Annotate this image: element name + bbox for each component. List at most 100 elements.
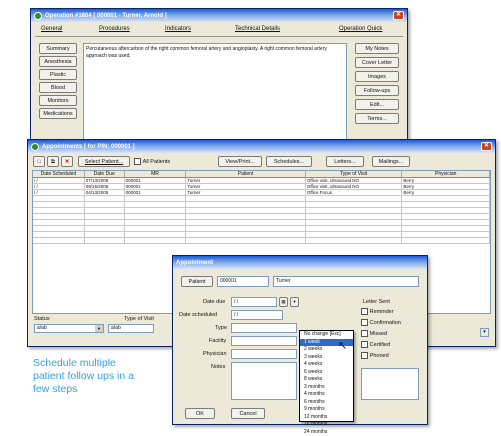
cell-mr: 000001 [125,190,187,195]
appointment-dialog-title: Appointment [176,260,213,266]
select-patient-button[interactable]: Select Patient... [78,156,130,167]
anesthesia-button[interactable]: Anesthesia [39,56,77,67]
confirmation-checkbox[interactable]: Confirmation [361,319,401,326]
dropdown-option[interactable]: 6 weeks [300,369,353,377]
cell-date-due: 07/13/2006 [85,178,125,183]
status-select[interactable]: a/ab ▼ [34,324,104,333]
phoned-checkbox[interactable]: Phoned [361,352,389,359]
date-due-field[interactable]: / / [231,297,277,307]
missed-label: Missed [370,331,387,337]
physician-label: Physician [203,351,227,357]
col-physician[interactable]: Physician [402,171,490,177]
mailings-button[interactable]: Mailings... [372,156,410,167]
cover-letter-button[interactable]: Cover Letter [355,57,399,68]
tab-indicators[interactable]: Indicators [165,26,191,37]
status-label: Status [34,316,50,322]
col-date-scheduled[interactable]: Date Scheduled [33,171,85,177]
close-icon[interactable]: ✕ [481,142,492,151]
reminder-label: Reminder [370,309,394,315]
operation-quick-button[interactable]: Operation Quick [339,26,382,37]
reminder-checkbox[interactable]: Reminder [361,308,394,315]
summary-button[interactable]: Summary [39,43,77,54]
cell-type-of-visit: Office visit, ultrasound NO [306,178,403,183]
phoned-label: Phoned [370,353,389,359]
dropdown-option[interactable]: 3 weeks [300,354,353,362]
appointments-title-bar[interactable]: Appointments [ for PIN: 000001 ] ✕ [28,140,495,153]
dropdown-option[interactable]: 24 months [300,429,353,436]
operation-title-bar[interactable]: Operation #1804 [ 000001 - Turner, Arnol… [31,9,407,22]
col-type-of-visit[interactable]: Type of Visit [306,171,403,177]
appointments-title: Appointments [ for PIN: 000001 ] [42,144,135,150]
tab-general[interactable]: General [41,26,62,37]
terms-button[interactable]: Terms... [355,113,399,124]
patient-button[interactable]: Patient [181,276,213,287]
type-field[interactable] [231,323,297,333]
col-mr[interactable]: MR [125,171,187,177]
chevron-down-icon[interactable]: ▼ [290,297,299,307]
chevron-down-icon[interactable]: ▾ [480,328,489,337]
dropdown-option[interactable]: 4 months [300,391,353,399]
cancel-button[interactable]: Cancel [231,408,265,419]
col-patient[interactable]: Patient [186,171,305,177]
date-scheduled-field[interactable]: / / [231,310,283,320]
notes-textarea[interactable] [231,362,297,400]
table-row[interactable] [33,238,490,244]
delete-icon[interactable]: ✕ [61,156,73,167]
close-icon[interactable]: ✕ [393,11,404,20]
cell-mr: 000001 [125,178,187,183]
copy-icon[interactable]: ⧉ [47,156,59,167]
caption-text: Schedule multiple patient follow ups in … [33,357,145,396]
follow-ups-button[interactable]: Follow-ups [355,85,399,96]
all-patients-checkbox[interactable]: All Patients [134,158,170,165]
patient-name-field[interactable]: Turner [273,276,419,287]
checkbox-icon [361,352,368,359]
chevron-down-icon: ▼ [95,325,103,332]
cell-date-scheduled: / / [33,178,85,183]
dropdown-option[interactable]: 18 months [300,421,353,429]
monitors-button[interactable]: Monitors [39,95,77,106]
dropdown-option[interactable]: 4 weeks [300,361,353,369]
letter-notes-field[interactable] [361,368,419,400]
letters-button[interactable]: Letters... [326,156,364,167]
my-notes-button[interactable]: My Notes [355,43,399,54]
dropdown-option[interactable]: 3 months [300,384,353,392]
cell-type-of-visit: Office visit, ultrasound NO [306,184,403,189]
col-date-due[interactable]: Date Due [85,171,125,177]
view-print-button[interactable]: View/Print... [218,156,262,167]
operation-tabs: General Procedures Indicators Technical … [35,26,403,37]
type-of-visit-value: a/ab [111,325,121,331]
tab-technical-details[interactable]: Technical Details [235,26,280,37]
schedules-button[interactable]: Schedules... [266,156,312,167]
cell-mr: 000001 [125,184,187,189]
blood-button[interactable]: Blood [39,82,77,93]
summary-textarea[interactable]: Percutaneous aftercarbon of the right co… [83,43,347,143]
plastic-button[interactable]: Plastic [39,69,77,80]
checkbox-icon [134,158,141,165]
appointment-dialog-title-bar[interactable]: Appointment [173,256,427,269]
cell-patient: Turner [186,190,305,195]
ok-button[interactable]: OK [185,408,215,419]
images-button[interactable]: Images [355,71,399,82]
checkbox-icon [361,341,368,348]
cell-date-scheduled: / / [33,190,85,195]
certified-checkbox[interactable]: Certified [361,341,390,348]
dropdown-option[interactable]: No change [Esc] [300,331,353,339]
cell-patient: Turner [186,184,305,189]
new-icon[interactable]: □ [33,156,45,167]
facility-field[interactable] [231,336,297,346]
type-of-visit-select[interactable]: a/ab [108,324,154,333]
medications-button[interactable]: Medications [39,108,77,119]
edit-button[interactable]: Edit... [355,99,399,110]
missed-checkbox[interactable]: Missed [361,330,387,337]
calendar-icon[interactable]: ▦ [279,297,288,307]
dropdown-option[interactable]: 9 months [300,406,353,414]
date-due-label: Date due [203,299,225,305]
patient-id-field[interactable]: 000001 [217,276,269,287]
dropdown-option[interactable]: 8 weeks [300,376,353,384]
letter-sent-label: Letter Sent [363,299,390,305]
dropdown-option[interactable]: 12 months [300,414,353,422]
dropdown-option[interactable]: 6 months [300,399,353,407]
tab-procedures[interactable]: Procedures [99,26,130,37]
cell-type-of-visit: Office Focus [306,190,403,195]
physician-field[interactable] [231,349,297,359]
